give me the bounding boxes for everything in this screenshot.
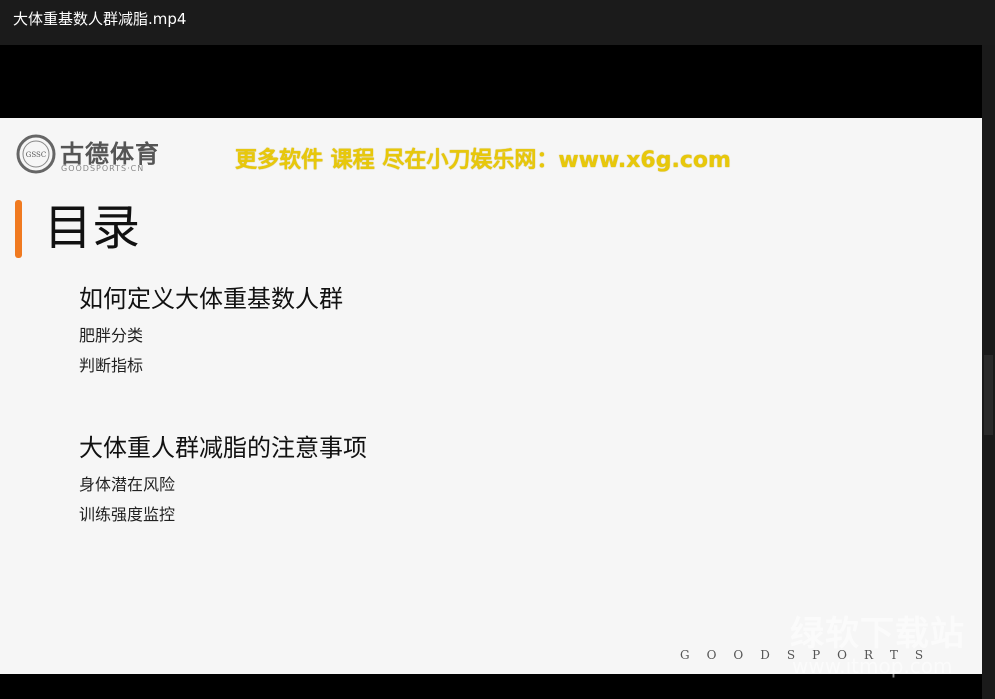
section-1-item-1: 肥胖分类 <box>79 326 144 345</box>
section-title-2: 大体重人群减脂的注意事项 <box>79 434 367 462</box>
seal-logo-icon: GSSC <box>16 134 56 174</box>
svg-text:GSSC: GSSC <box>26 151 46 159</box>
side-scrollbar[interactable] <box>982 45 995 699</box>
site-watermark-title: 绿软下载站 <box>790 614 965 654</box>
slide-heading: 目录 <box>44 200 141 256</box>
section-2-item-1: 身体潜在风险 <box>79 475 176 494</box>
brand-logo: GSSC 古德体育 GOODSPORTS·CN <box>16 134 176 176</box>
scrollbar-thumb[interactable] <box>984 355 993 435</box>
site-watermark-url: www.itmop.com <box>792 654 953 678</box>
video-frame-slide: GSSC 古德体育 GOODSPORTS·CN 更多软件 课程 尽在小刀娱乐网：… <box>0 118 982 674</box>
section-2-item-2: 训练强度监控 <box>79 505 176 524</box>
window-title: 大体重基数人群减脂.mp4 <box>13 10 187 28</box>
promo-watermark: 更多软件 课程 尽在小刀娱乐网：www.x6g.com <box>235 148 731 173</box>
window-titlebar: 大体重基数人群减脂.mp4 <box>0 0 995 45</box>
section-title-1: 如何定义大体重基数人群 <box>79 285 343 313</box>
logo-subtitle: GOODSPORTS·CN <box>61 164 145 173</box>
heading-accent-bar <box>15 200 22 258</box>
section-1-item-2: 判断指标 <box>79 356 144 375</box>
